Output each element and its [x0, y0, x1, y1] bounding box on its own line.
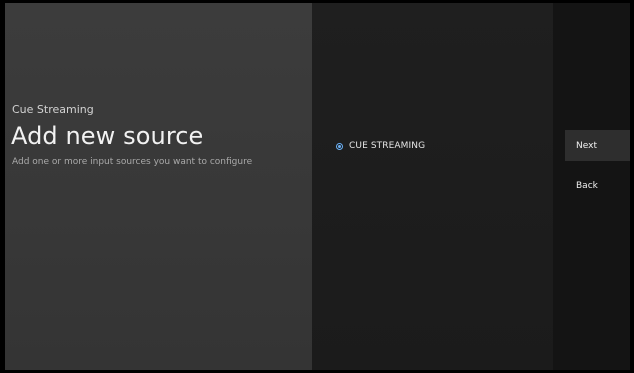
next-button[interactable]: Next: [565, 130, 630, 161]
back-button[interactable]: Back: [565, 170, 630, 201]
source-option-label: CUE STREAMING: [349, 141, 426, 151]
tv-screen: [5, 3, 630, 370]
source-list-panel: [312, 3, 553, 370]
source-option-cue-streaming[interactable]: CUE STREAMING: [336, 138, 425, 154]
radio-dot-icon: [338, 144, 341, 148]
breadcrumb: Cue Streaming: [12, 103, 94, 116]
guidance-panel: [5, 3, 312, 370]
page-title: Add new source: [11, 122, 204, 150]
page-description: Add one or more input sources you want t…: [12, 157, 253, 167]
radio-selected-icon[interactable]: [336, 142, 343, 150]
